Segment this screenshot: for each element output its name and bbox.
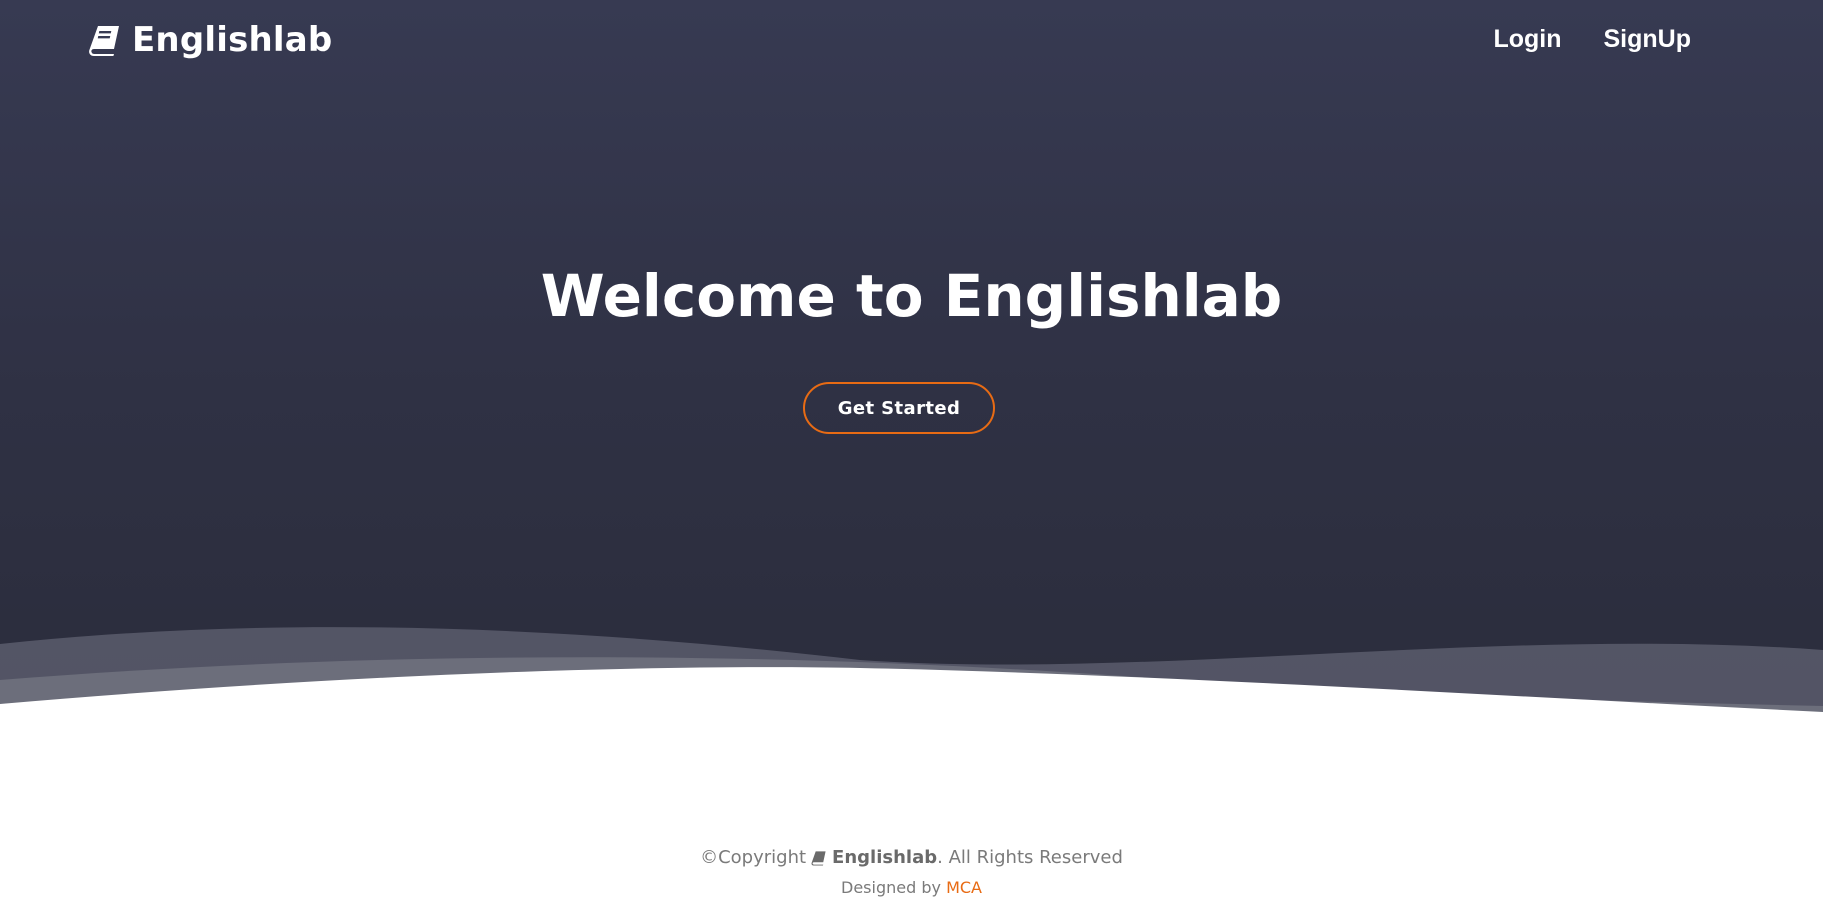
copyright-brand: Englishlab bbox=[832, 847, 938, 868]
designer-link[interactable]: MCA bbox=[946, 878, 982, 897]
book-icon bbox=[811, 851, 826, 866]
copyright-prefix: ©Copyright bbox=[700, 847, 807, 868]
hero-section: Englishlab Login SignUp Welcome to Engli… bbox=[0, 0, 1823, 712]
copyright-suffix: . All Rights Reserved bbox=[937, 847, 1123, 868]
hero-title: Welcome to Englishlab bbox=[540, 262, 1283, 330]
copyright-line: ©Copyright Englishlab . All Rights Reser… bbox=[0, 845, 1823, 871]
nav-login-link[interactable]: Login bbox=[1493, 22, 1561, 56]
brand-logo-link[interactable]: Englishlab bbox=[88, 18, 332, 62]
navbar: Englishlab Login SignUp bbox=[0, 0, 1823, 80]
footer: ©Copyright Englishlab . All Rights Reser… bbox=[0, 845, 1823, 901]
nav-signup-link[interactable]: SignUp bbox=[1604, 22, 1692, 56]
brand-name: Englishlab bbox=[132, 20, 333, 60]
get-started-button[interactable]: Get Started bbox=[803, 382, 995, 434]
nav-links: Login SignUp bbox=[1493, 22, 1691, 56]
wave-decoration bbox=[0, 627, 1823, 712]
book-icon bbox=[89, 26, 119, 56]
designed-by-line: Designed by MCA bbox=[0, 875, 1823, 901]
designed-prefix: Designed by bbox=[841, 878, 947, 897]
